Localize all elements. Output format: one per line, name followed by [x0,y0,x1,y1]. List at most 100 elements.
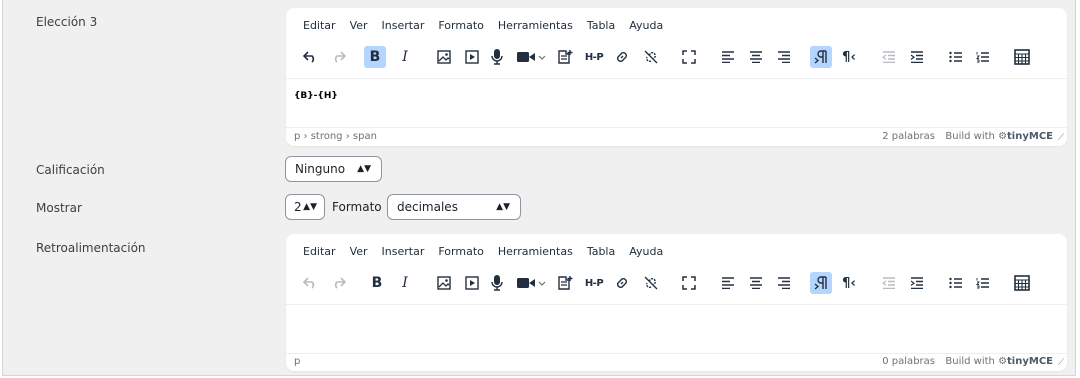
h5p-icon[interactable]: H-P [582,46,606,68]
media-icon[interactable] [461,272,483,294]
menu-table[interactable]: Tabla [587,244,615,260]
menu-view[interactable]: Ver [350,18,368,34]
editor-toolbar: B I H-P ¶‹ [286,46,1067,72]
image-icon[interactable] [433,46,455,68]
grade-select[interactable]: Ninguno ▲▼ [285,156,382,182]
undo-icon[interactable] [299,272,321,294]
tinymce-logo-icon: ⚙ [998,356,1008,367]
chevron-updown-icon: ▲▼ [496,202,510,212]
chevron-updown-icon: ▲▼ [357,164,371,174]
unlink-icon[interactable] [640,272,662,294]
menu-format[interactable]: Formato [438,244,484,260]
choice-editor: Editar Ver Insertar Formato Herramientas… [286,8,1067,146]
numbered-list-icon[interactable] [972,46,994,68]
tinymce-brand-name: tinyMCE [1007,356,1053,367]
bold-icon[interactable]: B [366,272,388,294]
editor-toolbar: B I H-P ¶‹ [286,272,1067,298]
menu-help[interactable]: Ayuda [629,244,663,260]
element-path[interactable]: p › strong › span [294,131,377,142]
italic-icon[interactable]: I [394,46,416,68]
resize-handle-icon[interactable]: ⟋ [1058,358,1064,368]
h5p-icon[interactable]: H-P [582,272,606,294]
microphone-icon[interactable] [486,272,508,294]
rtl-icon[interactable]: ¶‹ [838,46,860,68]
menu-insert[interactable]: Insertar [382,18,425,34]
format-select-value: decimales [397,200,458,214]
choice-label: Elección 3 [36,15,98,29]
redo-icon[interactable] [328,272,350,294]
feedback-editor: Editar Ver Insertar Formato Herramientas… [286,234,1067,371]
menu-format[interactable]: Formato [438,18,484,34]
format-label: Formato [332,200,382,214]
editor-menubar: Editar Ver Insertar Formato Herramientas… [286,244,677,260]
image-icon[interactable] [433,272,455,294]
menu-help[interactable]: Ayuda [629,18,663,34]
menu-insert[interactable]: Insertar [382,244,425,260]
format-select[interactable]: decimales ▲▼ [387,194,521,220]
menu-tools[interactable]: Herramientas [498,244,573,260]
build-with-label: Build with [945,356,995,367]
rtl-icon[interactable]: ¶‹ [838,272,860,294]
undo-icon[interactable] [299,46,321,68]
menu-tools[interactable]: Herramientas [498,18,573,34]
decimals-select-value: 2 [294,200,302,214]
show-label: Mostrar [36,201,82,215]
chevron-updown-icon: ▲▼ [303,202,317,212]
align-center-icon[interactable] [745,272,767,294]
align-right-icon[interactable] [773,272,795,294]
link-icon[interactable] [611,272,633,294]
menu-edit[interactable]: Editar [303,18,336,34]
fullscreen-icon[interactable] [678,272,700,294]
align-left-icon[interactable] [717,46,739,68]
indent-icon[interactable] [906,272,928,294]
tinymce-brand[interactable]: Build with ⚙tinyMCE [945,131,1053,142]
editor-content-area[interactable]: {B}-{H} [286,78,1067,128]
align-right-icon[interactable] [773,46,795,68]
italic-icon[interactable]: I [394,272,416,294]
link-icon[interactable] [611,46,633,68]
h5p-insert-icon[interactable] [554,272,576,294]
editor-statusbar: p › strong › span 2 palabras Build with … [286,128,1067,146]
build-with-label: Build with [945,131,995,142]
editor-content-area[interactable] [286,304,1067,354]
unlink-icon[interactable] [640,46,662,68]
editor-content-text: {B}-{H} [294,91,338,101]
menu-table[interactable]: Tabla [587,18,615,34]
resize-handle-icon[interactable]: ⟋ [1058,133,1064,143]
tinymce-brand[interactable]: Build with ⚙tinyMCE [945,356,1053,367]
media-icon[interactable] [461,46,483,68]
numbered-list-icon[interactable] [972,272,994,294]
calculator-icon[interactable] [1011,272,1033,294]
menu-view[interactable]: Ver [350,244,368,260]
ltr-icon[interactable] [810,46,832,68]
outdent-icon[interactable] [878,46,900,68]
bullet-list-icon[interactable] [945,46,967,68]
word-count[interactable]: 2 palabras [882,131,935,142]
outdent-icon[interactable] [878,272,900,294]
align-center-icon[interactable] [745,46,767,68]
bullet-list-icon[interactable] [945,272,967,294]
element-path[interactable]: p [294,356,300,367]
video-icon[interactable] [515,272,549,294]
align-left-icon[interactable] [717,272,739,294]
word-count[interactable]: 0 palabras [882,356,935,367]
tinymce-logo-icon: ⚙ [998,131,1008,142]
editor-menubar: Editar Ver Insertar Formato Herramientas… [286,18,677,34]
editor-statusbar: p 0 palabras Build with ⚙tinyMCE ⟋ [286,353,1067,371]
grade-select-value: Ninguno [295,162,346,176]
h5p-insert-icon[interactable] [554,46,576,68]
tinymce-brand-name: tinyMCE [1007,131,1053,142]
bold-icon[interactable]: B [364,46,386,68]
grade-label: Calificación [36,163,105,177]
redo-icon[interactable] [328,46,350,68]
decimals-select[interactable]: 2 ▲▼ [285,194,325,220]
microphone-icon[interactable] [486,46,508,68]
form-panel: Elección 3 Editar Ver Insertar Formato H… [2,0,1076,376]
ltr-icon[interactable] [810,272,832,294]
calculator-icon[interactable] [1011,46,1033,68]
indent-icon[interactable] [906,46,928,68]
menu-edit[interactable]: Editar [303,244,336,260]
feedback-label: Retroalimentación [36,241,146,255]
fullscreen-icon[interactable] [678,46,700,68]
video-icon[interactable] [515,46,549,68]
